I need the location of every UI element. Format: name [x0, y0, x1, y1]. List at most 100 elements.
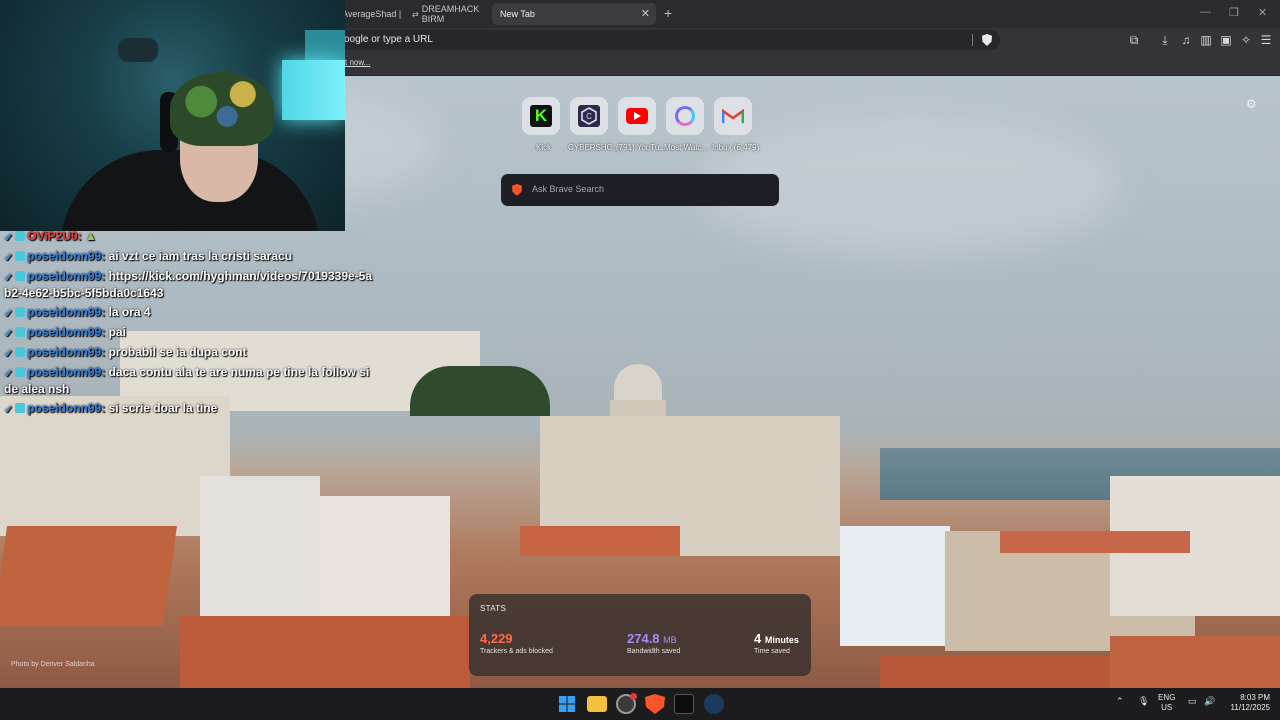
chat-username: OViP2U0: — [27, 229, 82, 243]
top-site-cybershoke[interactable]: C — [570, 97, 608, 135]
bot-badge-icon — [15, 347, 26, 357]
obs-icon[interactable] — [616, 693, 637, 714]
time-value: 4 — [754, 631, 762, 646]
led-light — [282, 60, 345, 120]
chat-overlay: ✓ OViP2U0: ▲ ✓ poseidonn99: ai vzt ce iam … — [4, 226, 374, 418]
chat-text: pai — [108, 325, 126, 339]
bot-badge-icon — [15, 251, 26, 261]
bot-badge-icon — [15, 231, 26, 241]
close-window-icon[interactable]: ✕ — [1258, 6, 1267, 19]
chat-text: la ora 4 — [108, 305, 151, 319]
chat-username: poseidonn99: — [27, 269, 106, 283]
tab-label: New Tab — [500, 9, 535, 19]
time-saved: 4 Minutes — [754, 631, 799, 646]
cybershoke-icon: C — [578, 105, 600, 127]
chat-text: probabil se ia dupa cont — [108, 345, 247, 359]
verified-icon: ✓ — [4, 252, 14, 264]
gmail-icon — [721, 108, 745, 124]
top-site-most-watched[interactable] — [666, 97, 704, 135]
new-tab-button[interactable]: + — [664, 5, 672, 21]
search-placeholder: Ask Brave Search — [532, 184, 605, 194]
tab-label: DREAMHACK BIRM — [421, 4, 480, 24]
tab-search-icon[interactable]: ⧉ — [1127, 33, 1141, 47]
brave-search-input[interactable]: Ask Brave Search — [501, 174, 779, 206]
microphone-icon[interactable]: 🎙 — [1138, 696, 1149, 707]
region-code: US — [1161, 703, 1173, 712]
wallet-icon[interactable]: ▣ — [1219, 33, 1233, 47]
brave-shields-icon[interactable] — [982, 34, 992, 46]
brave-browser-icon[interactable] — [645, 694, 665, 714]
chat-username: poseidonn99: — [27, 305, 106, 319]
menu-icon[interactable]: ☰ — [1259, 33, 1273, 47]
chat-username: poseidonn99: — [27, 401, 106, 415]
verified-icon: ✓ — [4, 308, 14, 320]
chat-text: si scrie doar la tine — [108, 401, 218, 415]
bot-badge-icon — [15, 271, 26, 281]
media-icon[interactable]: ♫ — [1179, 33, 1193, 47]
top-site-label: Kick — [536, 143, 552, 152]
youtube-icon — [626, 108, 648, 124]
bookmark-link[interactable]: t now... — [345, 58, 370, 67]
clock[interactable]: 8:03 PM 11/12/2025 — [1224, 693, 1270, 713]
photo-credit[interactable]: Photo by Denver Saldanha — [11, 661, 95, 668]
tab-new-tab[interactable]: New Tab ✕ — [492, 3, 656, 25]
bot-badge-icon — [15, 367, 26, 377]
top-site-youtube[interactable] — [618, 97, 656, 135]
file-explorer-icon[interactable] — [587, 696, 607, 712]
clock-time: 8:03 PM — [1240, 693, 1270, 702]
kick-icon: K — [530, 105, 552, 127]
divider — [972, 34, 973, 46]
top-site-gmail[interactable] — [714, 97, 752, 135]
chat-message: ✓ poseidonn99: si scrie doar la tine — [4, 398, 374, 418]
chat-message: ✓ poseidonn99: probabil se ia dupa cont — [4, 342, 374, 362]
chat-message: ✓ poseidonn99: ai vzt ce iam tras la cris… — [4, 246, 374, 266]
emote-icon: ▲ — [85, 229, 97, 243]
chat-username: poseidonn99: — [27, 365, 106, 379]
verified-icon: ✓ — [4, 404, 14, 416]
tab-dreamhack[interactable]: ⇄ DREAMHACK BIRM — [404, 3, 488, 25]
stats-widget: STATS 4,229 Trackers & ads blocked 274.8… — [469, 594, 811, 676]
bandwidth-saved: 274.8 MB — [627, 631, 677, 646]
chat-text: ai vzt ce iam tras la cristi saracu — [108, 249, 293, 263]
chevron-up-icon[interactable]: ⌃ — [1116, 696, 1124, 707]
time-unit: Minutes — [764, 635, 799, 645]
verified-icon: ✓ — [4, 232, 14, 244]
top-site-kick[interactable]: K — [522, 97, 560, 135]
tab-averageshad[interactable]: AverageShad | — [334, 3, 410, 25]
steam-icon[interactable] — [704, 694, 724, 714]
sidebar-icon[interactable]: ▥ — [1199, 33, 1213, 47]
verified-icon: ✓ — [4, 368, 14, 380]
address-bar[interactable]: oogle or type a URL — [330, 30, 1000, 50]
terminal-icon[interactable] — [674, 694, 694, 714]
minimize-icon[interactable]: — — [1200, 6, 1211, 18]
webcam-overlay — [0, 0, 345, 231]
wall-mount — [118, 38, 158, 62]
bandwidth-value: 274.8 — [627, 631, 660, 646]
address-placeholder: oogle or type a URL — [344, 34, 433, 45]
close-tab-icon[interactable]: ✕ — [641, 7, 650, 20]
streamer-cap — [170, 72, 274, 146]
trackers-caption: Trackers & ads blocked — [480, 648, 553, 655]
windows-start-icon[interactable] — [557, 694, 577, 714]
network-icon[interactable]: ▭ — [1188, 696, 1197, 707]
chat-message: ✓ poseidonn99: https://kick.com/hyghman/v… — [4, 266, 374, 302]
volume-icon[interactable]: 🔊 — [1204, 696, 1215, 707]
gear-icon[interactable]: ⚙ — [1246, 97, 1257, 111]
top-site-label: (791) YouTu... — [616, 143, 666, 152]
bot-badge-icon — [15, 307, 26, 317]
chat-message: ✓ OViP2U0: ▲ — [4, 226, 374, 246]
chat-message: ✓ poseidonn99: pai — [4, 322, 374, 342]
brave-logo-icon — [512, 184, 522, 196]
chat-username: poseidonn99: — [27, 249, 106, 263]
top-site-label: Most Watc... — [664, 143, 709, 152]
stats-title: STATS — [480, 604, 507, 613]
bot-badge-icon — [15, 403, 26, 413]
restore-icon[interactable]: ❐ — [1229, 6, 1239, 19]
leo-ai-icon[interactable]: ✧ — [1239, 33, 1253, 47]
language-indicator[interactable]: ENG US — [1158, 693, 1175, 713]
download-icon[interactable]: ⤓ — [1158, 33, 1172, 47]
tab-favicon-icon: ⇄ — [412, 9, 419, 19]
verified-icon: ✓ — [4, 328, 14, 340]
most-watched-icon — [675, 106, 695, 126]
church-dome — [614, 364, 662, 404]
